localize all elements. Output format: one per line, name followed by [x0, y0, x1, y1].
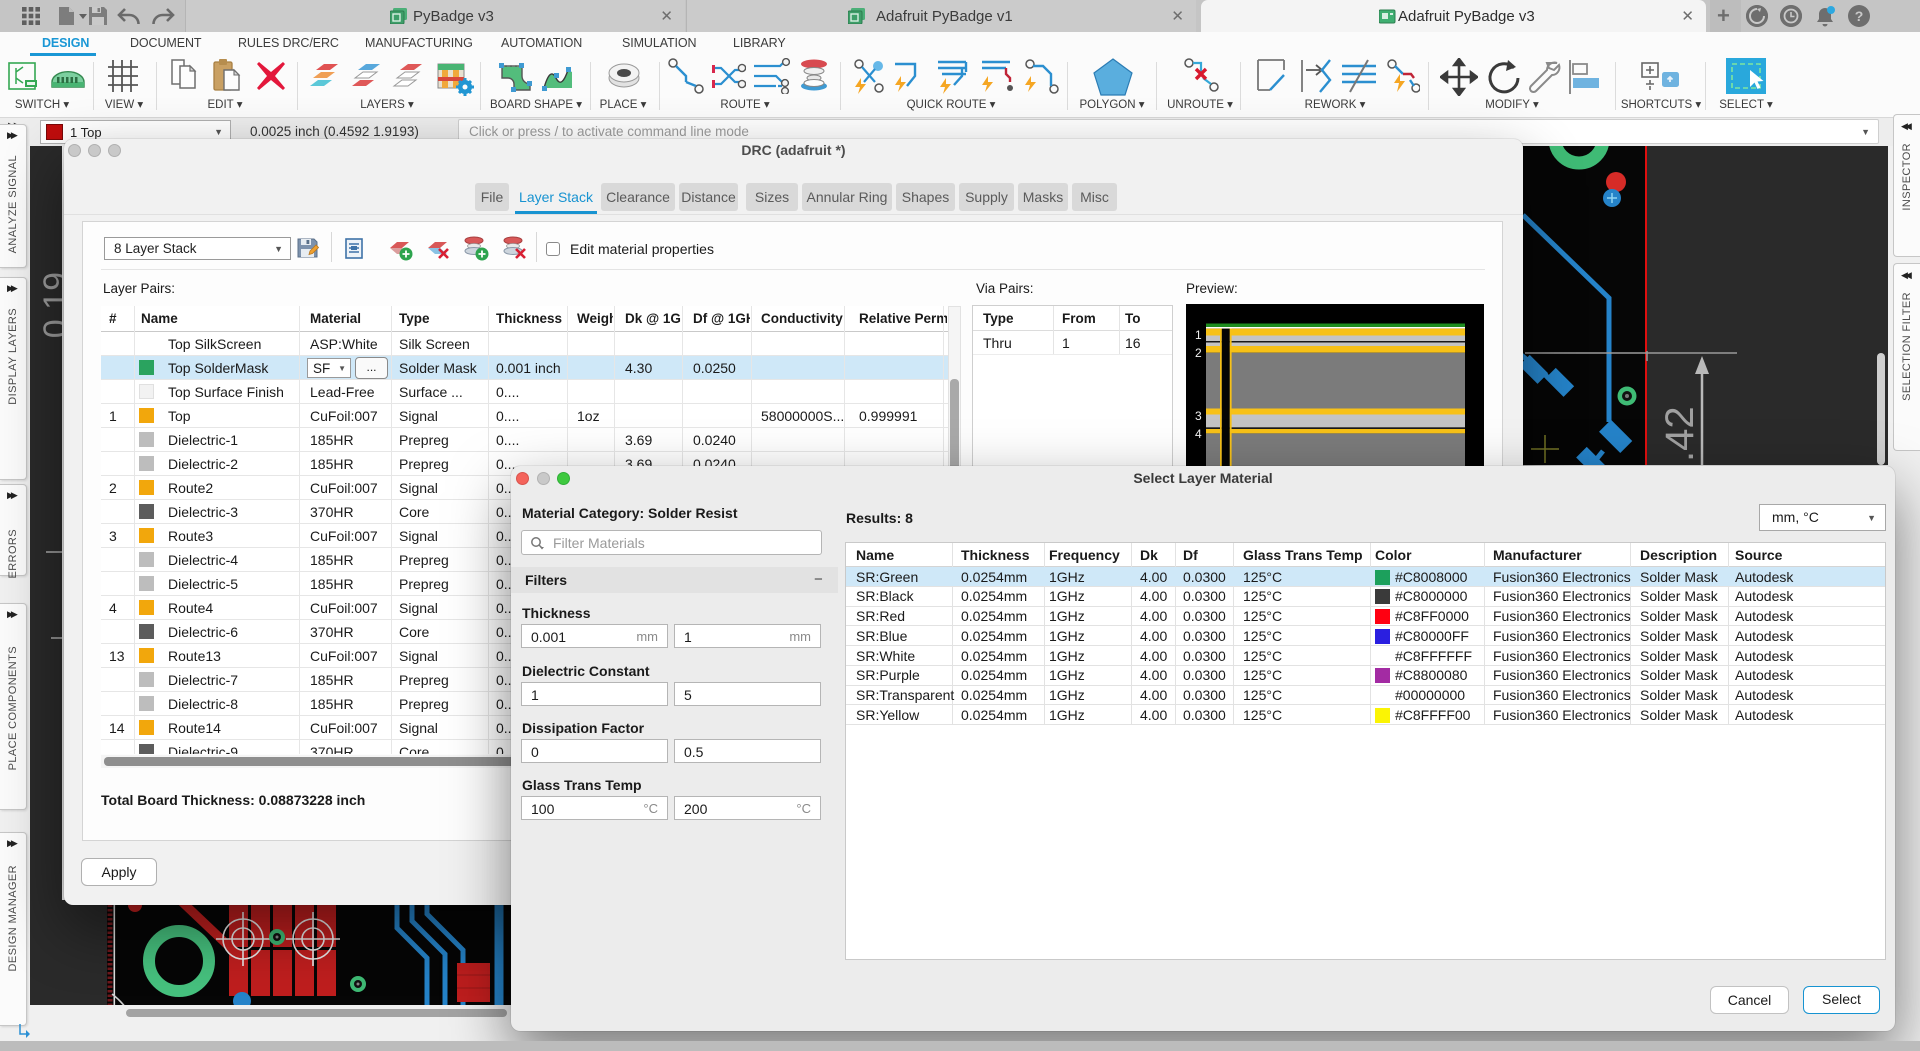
- svg-text:3: 3: [1195, 409, 1202, 423]
- svg-text:.42: .42: [1658, 406, 1702, 462]
- svg-text:2: 2: [1195, 346, 1202, 360]
- svg-text:4: 4: [1195, 427, 1202, 441]
- svg-text:1: 1: [1195, 328, 1202, 342]
